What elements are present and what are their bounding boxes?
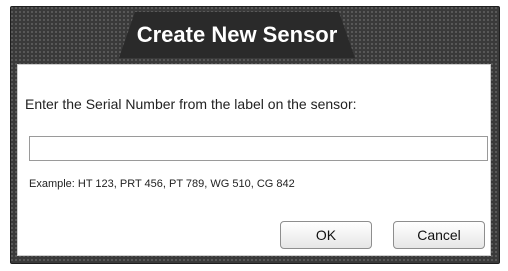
ok-button[interactable]: OK [280, 221, 372, 249]
serial-number-example: Example: HT 123, PRT 456, PT 789, WG 510… [29, 178, 295, 190]
serial-number-prompt: Enter the Serial Number from the label o… [25, 96, 357, 112]
serial-number-input[interactable] [29, 136, 488, 161]
dialog-title-tab: Create New Sensor [119, 12, 355, 58]
cancel-button[interactable]: Cancel [393, 221, 485, 249]
dialog-title: Create New Sensor [136, 22, 338, 47]
